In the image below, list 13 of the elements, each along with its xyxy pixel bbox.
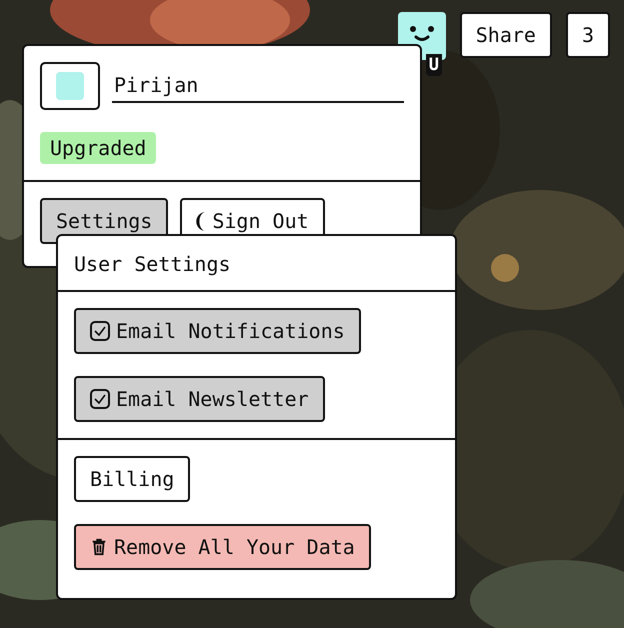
billing-button[interactable]: Billing [74,456,190,502]
color-picker-button[interactable] [40,62,100,110]
checkbox-toggle[interactable]: Email Notifications [74,308,361,354]
remove-data-button[interactable]: Remove All Your Data [74,524,371,570]
avatar-badge: U [426,54,442,76]
trash-icon [90,538,108,556]
name-field[interactable]: Pirijan [112,69,404,103]
share-button[interactable]: Share [460,12,552,58]
count-button[interactable]: 3 [566,12,610,58]
plan-badge: Upgraded [40,132,156,164]
menu-title: User Settings [74,251,231,278]
moon-icon [196,212,206,230]
checkbox-toggle[interactable]: Email Newsletter [74,376,325,422]
